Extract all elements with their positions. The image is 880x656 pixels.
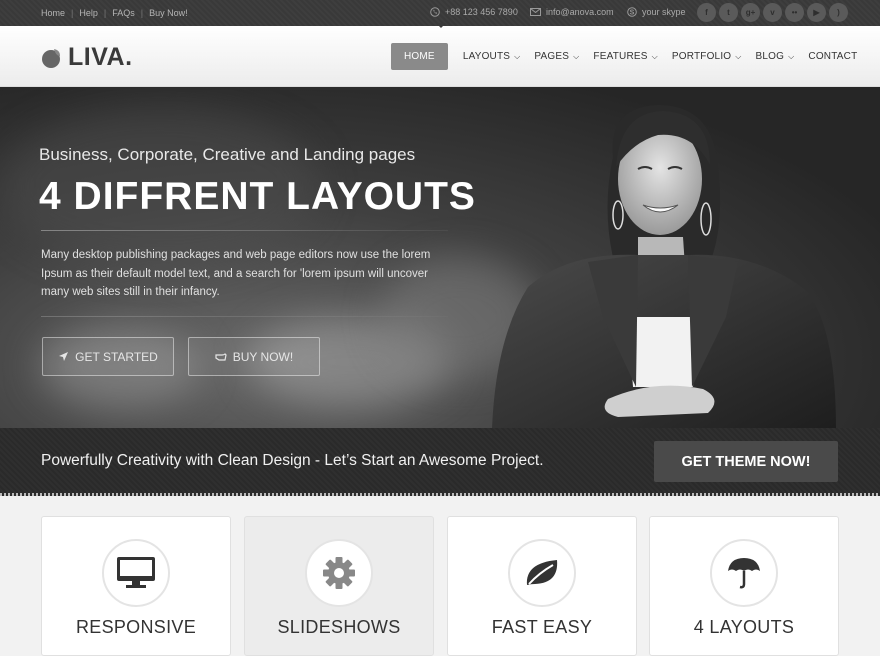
separator: | [103,8,107,18]
get-theme-button[interactable]: GET THEME NOW! [654,441,838,482]
hero-title: 4 DIFFRENT LAYOUTS [39,175,476,218]
monitor-icon [117,557,155,588]
menu-item-pages[interactable]: PAGES ⌵ [527,43,586,70]
flickr-icon[interactable]: •• [785,3,804,22]
top-link-buy-now[interactable]: Buy Now! [149,8,188,18]
menu-label: PORTFOLIO [671,51,732,62]
google-plus-icon[interactable]: g+ [741,3,760,22]
divider [41,230,448,231]
menu-label: FEATURES [593,51,648,62]
phone-number: +88 123 456 7890 [445,7,518,17]
umbrella-icon [728,558,760,589]
feature-card-slideshows[interactable]: SLIDESHOWS [244,516,434,656]
menu-label: PAGES [534,51,570,62]
feature-icon-circle [710,539,778,607]
menu-item-portfolio[interactable]: PORTFOLIO ⌵ [665,43,749,70]
menu-item-contact[interactable]: CONTACT [801,43,864,70]
twitter-icon[interactable]: t [719,3,738,22]
chevron-down-icon: ⌵ [735,51,742,61]
menu-item-home[interactable]: HOME [391,43,448,70]
menu-label: CONTACT [808,51,858,62]
dotted-border [0,493,880,496]
businesswoman-image [492,105,836,428]
cta-text: Powerfully Creativity with Clean Design … [41,452,544,469]
feature-title: FAST EASY [491,617,593,637]
skype-name[interactable]: your skype [642,7,686,17]
chevron-down-icon: ⌵ [651,51,658,61]
hero-subtitle: Business, Corporate, Creative and Landin… [39,145,416,164]
main-menu: HOME LAYOUTS ⌵ PAGES ⌵ FEATURES ⌵ PORTFOLIO… [391,43,864,70]
chevron-down-icon: ⌵ [573,51,580,61]
location-arrow-icon [59,352,69,361]
feature-title: 4 LAYOUTS [693,617,795,637]
email-address[interactable]: info@anova.com [546,7,614,17]
email-contact: info@anova.com [530,7,614,17]
svg-text:S: S [630,9,635,16]
divider [41,316,448,317]
feature-card-fast-easy[interactable]: FAST EASY [447,516,637,656]
hero-slider: Business, Corporate, Creative and Landin… [0,87,880,428]
separator: | [140,8,144,18]
active-indicator-arrow [436,23,446,28]
feature-card-4-layouts[interactable]: 4 LAYOUTS [649,516,839,656]
phone-contact: +88 123 456 7890 [430,7,518,17]
site-header: LIVA. HOME LAYOUTS ⌵ PAGES ⌵ FEATURES ⌵ POR… [0,26,880,87]
top-link-faqs[interactable]: FAQs [112,8,135,18]
social-icons: f t g+ v •• ▶ ) [697,3,848,22]
hero-description: Many desktop publishing packages and web… [41,249,431,298]
gear-icon [323,557,355,589]
youtube-icon[interactable]: ▶ [807,3,826,22]
top-link-help[interactable]: Help [79,8,98,18]
menu-label: LAYOUTS [462,51,511,62]
button-label: GET STARTED [75,349,158,364]
feature-icon-circle [102,539,170,607]
skype-icon: S [627,7,637,17]
leaf-icon [526,560,558,585]
logo-text: LIVA. [68,43,133,71]
logo[interactable]: LIVA. [41,43,133,72]
facebook-icon[interactable]: f [697,3,716,22]
top-link-home[interactable]: Home [41,8,65,18]
skype-contact: S your skype [627,7,686,17]
top-links: Home | Help | FAQs | Buy Now! [41,8,188,18]
menu-label: HOME [404,51,435,62]
button-label: BUY NOW! [232,349,294,364]
phone-icon [430,7,440,17]
separator: | [71,8,74,18]
logo-mark-icon [42,48,60,68]
feature-title: RESPONSIVE [75,617,197,637]
get-started-button[interactable]: GET STARTED [42,337,174,376]
menu-item-features[interactable]: FEATURES ⌵ [586,43,664,70]
feature-icon-circle [508,539,576,607]
hand-pointing-icon [215,353,227,361]
feature-card-responsive[interactable]: RESPONSIVE [41,516,231,656]
menu-label: BLOG [755,51,785,62]
feature-title: SLIDESHOWS [277,617,401,637]
vimeo-icon[interactable]: v [763,3,782,22]
menu-item-layouts[interactable]: LAYOUTS ⌵ [456,43,528,70]
chevron-down-icon: ⌵ [788,51,795,61]
envelope-icon [530,8,541,16]
feature-icon-circle [305,539,373,607]
rss-icon[interactable]: ) [829,3,848,22]
chevron-down-icon: ⌵ [514,51,521,61]
menu-item-blog[interactable]: BLOG ⌵ [749,43,802,70]
buy-now-button[interactable]: BUY NOW! [188,337,320,376]
call-to-action-band: Powerfully Creativity with Clean Design … [0,428,880,496]
